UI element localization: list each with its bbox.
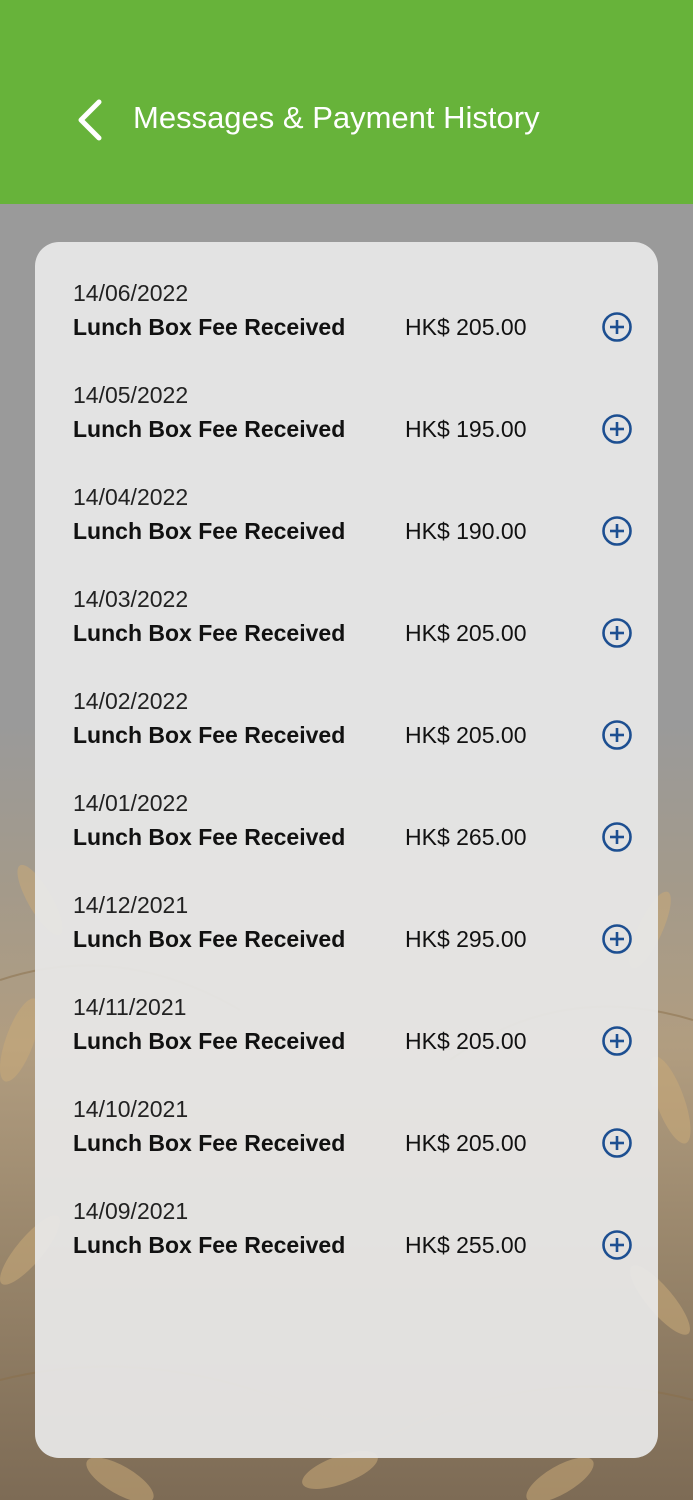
- payment-description: Lunch Box Fee Received: [73, 1130, 346, 1156]
- payment-description: Lunch Box Fee Received: [73, 518, 346, 544]
- payment-amount: HK$ 190.00: [405, 518, 527, 544]
- payment-list-item: 14/04/2022 Lunch Box Fee Received HK$ 190.…: [35, 460, 658, 562]
- plus-circle-icon: [602, 924, 632, 954]
- payment-amount: HK$ 205.00: [405, 620, 527, 646]
- payment-amount: HK$ 255.00: [405, 1232, 527, 1258]
- payment-description: Lunch Box Fee Received: [73, 1028, 346, 1054]
- payment-amount: HK$ 205.00: [405, 1130, 527, 1156]
- payment-list-item: 14/12/2021 Lunch Box Fee Received HK$ 295.…: [35, 868, 658, 970]
- back-button[interactable]: [66, 94, 114, 146]
- payment-description: Lunch Box Fee Received: [73, 314, 346, 340]
- payment-date: 14/04/2022: [73, 484, 189, 510]
- plus-circle-icon: [602, 618, 632, 648]
- plus-circle-icon: [602, 1230, 632, 1260]
- expand-details-button[interactable]: [600, 310, 634, 344]
- payment-date: 14/05/2022: [73, 382, 189, 408]
- expand-details-button[interactable]: [600, 1024, 634, 1058]
- plus-circle-icon: [602, 720, 632, 750]
- expand-details-button[interactable]: [600, 616, 634, 650]
- payment-amount: HK$ 195.00: [405, 416, 527, 442]
- payment-history-card: 14/06/2022 Lunch Box Fee Received HK$ 205.…: [35, 242, 658, 1458]
- payment-list-item: 14/05/2022 Lunch Box Fee Received HK$ 195.…: [35, 358, 658, 460]
- payment-date: 14/03/2022: [73, 586, 189, 612]
- plus-circle-icon: [602, 312, 632, 342]
- expand-details-button[interactable]: [600, 412, 634, 446]
- payment-date: 14/09/2021: [73, 1198, 189, 1224]
- payment-description: Lunch Box Fee Received: [73, 926, 346, 952]
- payment-description: Lunch Box Fee Received: [73, 824, 346, 850]
- expand-details-button[interactable]: [600, 718, 634, 752]
- plus-circle-icon: [602, 1026, 632, 1056]
- expand-details-button[interactable]: [600, 1126, 634, 1160]
- payment-list-item: 14/10/2021 Lunch Box Fee Received HK$ 205.…: [35, 1072, 658, 1174]
- payment-amount: HK$ 295.00: [405, 926, 527, 952]
- expand-details-button[interactable]: [600, 1228, 634, 1262]
- expand-details-button[interactable]: [600, 514, 634, 548]
- payment-description: Lunch Box Fee Received: [73, 620, 346, 646]
- plus-circle-icon: [602, 516, 632, 546]
- plus-circle-icon: [602, 822, 632, 852]
- payment-amount: HK$ 205.00: [405, 1028, 527, 1054]
- app-header: Messages & Payment History: [0, 0, 693, 204]
- plus-circle-icon: [602, 1128, 632, 1158]
- payment-date: 14/12/2021: [73, 892, 189, 918]
- payment-list-item: 14/06/2022 Lunch Box Fee Received HK$ 205.…: [35, 256, 658, 358]
- plus-circle-icon: [602, 414, 632, 444]
- payment-description: Lunch Box Fee Received: [73, 416, 346, 442]
- chevron-left-icon: [78, 99, 102, 141]
- expand-details-button[interactable]: [600, 922, 634, 956]
- payment-list-item: 14/01/2022 Lunch Box Fee Received HK$ 265.…: [35, 766, 658, 868]
- payment-description: Lunch Box Fee Received: [73, 722, 346, 748]
- payment-date: 14/11/2021: [73, 994, 187, 1020]
- payment-date: 14/10/2021: [73, 1096, 189, 1122]
- payment-amount: HK$ 205.00: [405, 314, 527, 340]
- payment-list-item: 14/02/2022 Lunch Box Fee Received HK$ 205.…: [35, 664, 658, 766]
- payment-description: Lunch Box Fee Received: [73, 1232, 346, 1258]
- payment-date: 14/01/2022: [73, 790, 189, 816]
- payment-list-item: 14/11/2021 Lunch Box Fee Received HK$ 205.…: [35, 970, 658, 1072]
- payment-date: 14/06/2022: [73, 280, 189, 306]
- payment-list-item: 14/09/2021 Lunch Box Fee Received HK$ 255.…: [35, 1174, 658, 1276]
- expand-details-button[interactable]: [600, 820, 634, 854]
- payment-list-item: 14/03/2022 Lunch Box Fee Received HK$ 205.…: [35, 562, 658, 664]
- payment-amount: HK$ 205.00: [405, 722, 527, 748]
- page-title: Messages & Payment History: [133, 100, 540, 135]
- payment-amount: HK$ 265.00: [405, 824, 527, 850]
- payment-date: 14/02/2022: [73, 688, 189, 714]
